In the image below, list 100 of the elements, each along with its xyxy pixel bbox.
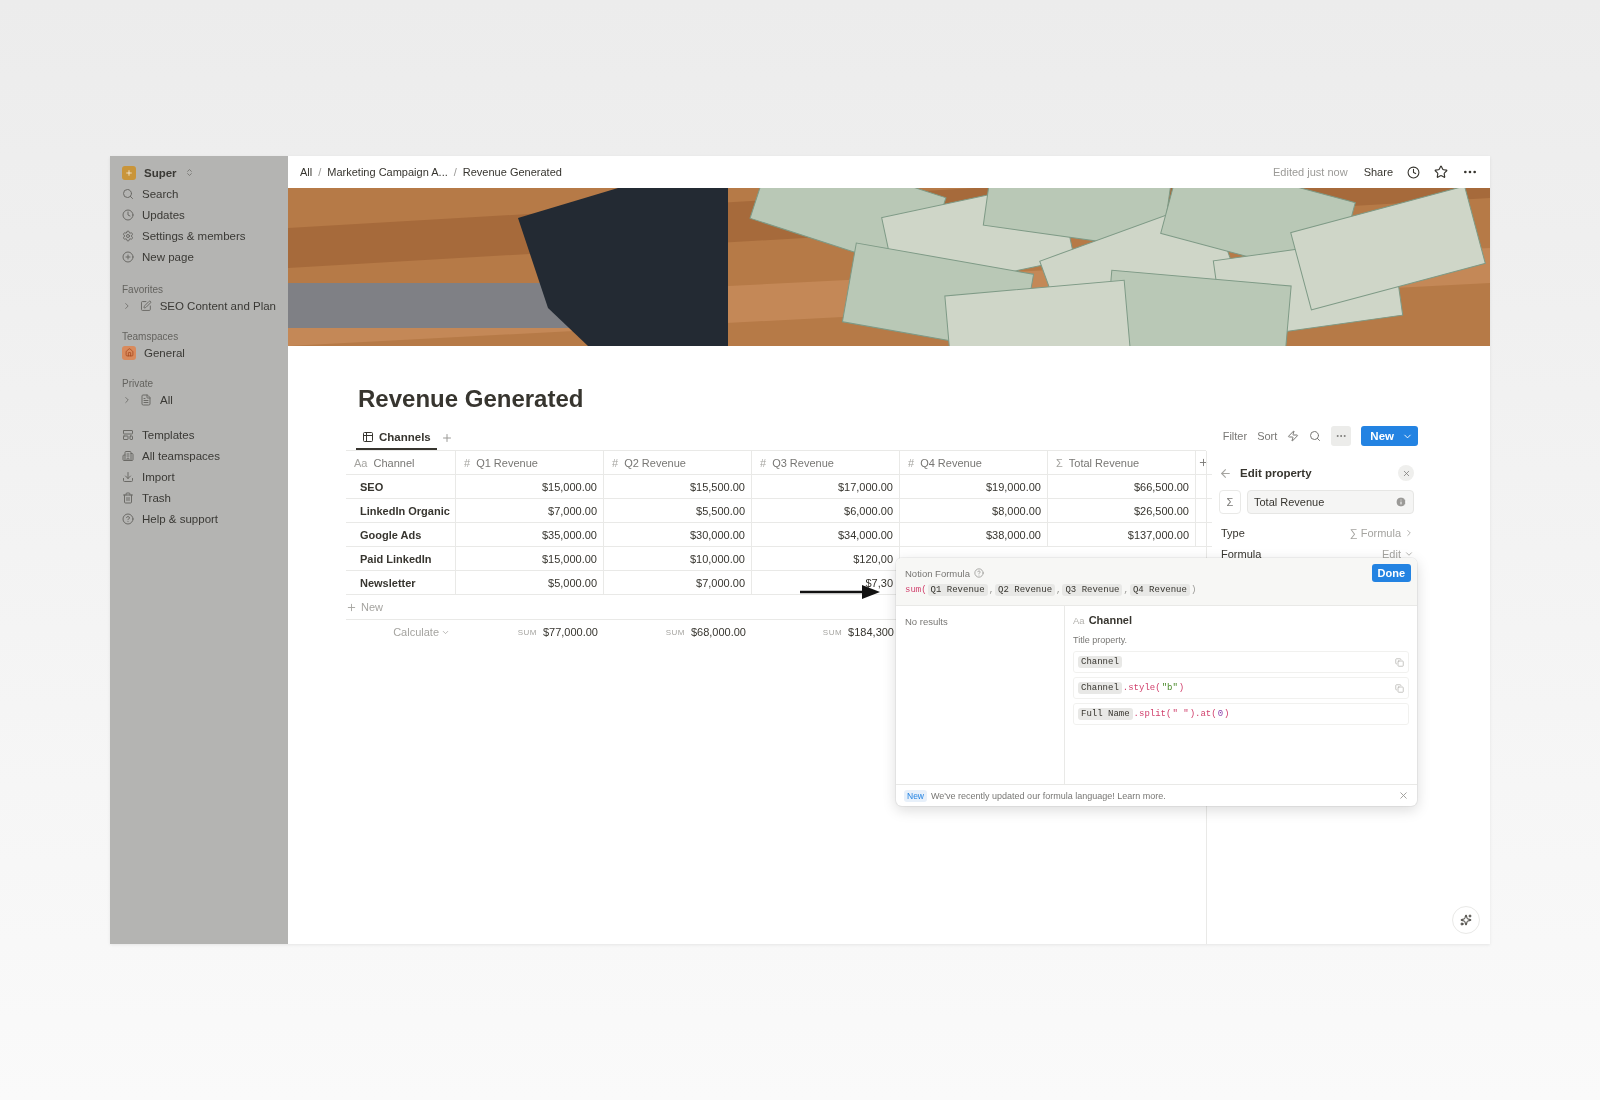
sidebar-item[interactable]: Templates [116,424,282,445]
table-cell: $7,000.00 [456,499,604,523]
sidebar-item[interactable]: Trash [116,487,282,508]
plus-icon [122,250,134,263]
table-cell: $10,000.00 [604,547,752,571]
table-cell: $8,000.00 [900,499,1048,523]
sidebar-item[interactable]: SEO Content and Plan [116,295,282,316]
clock-icon[interactable] [1407,165,1420,179]
clock-icon [122,208,134,221]
table-cell: $137,000.00 [1048,523,1196,547]
done-button[interactable]: Done [1371,564,1411,582]
breadcrumb-link[interactable]: Marketing Campaign A... [327,166,448,178]
settings-icon [122,229,134,242]
sum-value: $68,000.00 [690,626,746,638]
sum-label: SUM [822,627,843,637]
sidebar-item[interactable]: New page [116,246,282,267]
chevron-icon [184,168,194,177]
column-header[interactable]: Σ Total Revenue [1048,451,1196,475]
property-type-icon[interactable]: Σ [1219,490,1241,514]
table-cell: $15,500.00 [604,475,752,499]
table-cell: $34,000.00 [752,523,900,547]
sum-value: $77,000.00 [542,626,598,638]
table-cell: $38,000.00 [900,523,1048,547]
formula-example[interactable]: Channel .style("b") [1073,677,1409,699]
edit-status: Edited just now [1273,166,1348,178]
building-icon [122,449,134,462]
table-cell: $66,500.00 [1048,475,1196,499]
new-badge: New [904,789,927,802]
share-button[interactable]: Share [1363,166,1393,178]
column-header[interactable]: Aa Channel [346,451,456,475]
close-button[interactable] [1398,465,1414,481]
star-icon[interactable] [1434,165,1448,179]
row-title: Newsletter [346,571,456,595]
row-title: SEO [346,475,456,499]
info-icon[interactable] [1395,496,1407,508]
back-icon[interactable] [1219,466,1232,480]
property-label: Formula [1221,547,1262,560]
workspace-switcher[interactable]: Super [116,162,282,183]
breadcrumb-link[interactable]: All [300,166,313,178]
row-title: LinkedIn Organic [346,499,456,523]
plus-icon [346,601,357,613]
column-header[interactable]: # Q4 Revenue [900,451,1048,475]
section-label: Private [121,377,155,389]
row-title: Paid LinkedIn [346,547,456,571]
property-name-field[interactable]: Total Revenue [1247,490,1414,514]
formula-input[interactable]: sum( Q1 Revenue , Q2 Revenue , Q3 Revenue , Q4 Revenue ) [905,584,1411,596]
search-icon [122,187,134,200]
more-button[interactable] [1331,426,1352,446]
sidebar-item[interactable]: Search [116,183,282,204]
trash-icon [122,491,134,504]
new-button[interactable]: New [1361,426,1418,446]
row-title: Google Ads [346,523,456,547]
sidebar-item[interactable]: Settings & members [116,225,282,246]
page-icon [140,393,152,406]
panel-title: Edit property [1240,467,1312,479]
column-header[interactable]: # Q1 Revenue [456,451,604,475]
sidebar-item[interactable]: Help & support [116,508,282,529]
table-cell: $5,000.00 [456,571,604,595]
sidebar-item[interactable]: Updates [116,204,282,225]
table-cell: $19,000.00 [900,475,1048,499]
lightning-icon[interactable] [1287,430,1300,442]
popup-title: Notion Formula [905,567,970,579]
property-label: Type [1221,526,1245,539]
page-title: Revenue Generated [358,384,585,414]
view-tab[interactable]: Channels [356,431,437,450]
copy-icon[interactable] [1395,657,1404,667]
sidebar-item[interactable]: Import [116,466,282,487]
table-cell: $35,000.00 [456,523,604,547]
close-icon [1401,468,1411,478]
filter-button[interactable]: Filter [1222,430,1248,442]
sum-label: SUM [517,627,537,637]
breadcrumb-separator: / [318,166,322,178]
property-description: Title property. [1073,635,1129,645]
close-icon[interactable] [1398,790,1409,801]
sort-button[interactable]: Sort [1257,430,1278,442]
sidebar-item[interactable]: All teamspaces [116,445,282,466]
edit-icon [139,299,152,312]
section-label: Teamspaces [121,330,180,342]
copy-icon[interactable] [1395,683,1404,693]
chevron-icon[interactable] [122,300,132,311]
chevron-icon[interactable] [122,394,132,405]
sidebar-item[interactable]: All [116,389,282,410]
ai-button[interactable] [1452,906,1480,934]
table-cell: $5,500.00 [604,499,752,523]
breadcrumb-link[interactable]: Revenue Generated [462,166,562,178]
help-icon[interactable] [973,568,984,578]
sum-value: $184,300 [848,626,894,638]
search-icon[interactable] [1309,430,1322,442]
download-icon [122,470,134,483]
column-header[interactable]: # Q2 Revenue [604,451,752,475]
table-cell: $6,000.00 [752,499,900,523]
table-cell: $30,000.00 [604,523,752,547]
sum-label: SUM [665,627,685,637]
formula-example[interactable]: Full Name .split(" ").at(0) [1073,703,1409,725]
column-header[interactable]: # Q3 Revenue [752,451,900,475]
sidebar-item[interactable]: General [116,342,282,363]
formula-example[interactable]: Channel [1073,651,1409,673]
section-label: Favorites [121,283,165,295]
help-icon [122,512,134,525]
chevron-icon [1404,527,1414,538]
